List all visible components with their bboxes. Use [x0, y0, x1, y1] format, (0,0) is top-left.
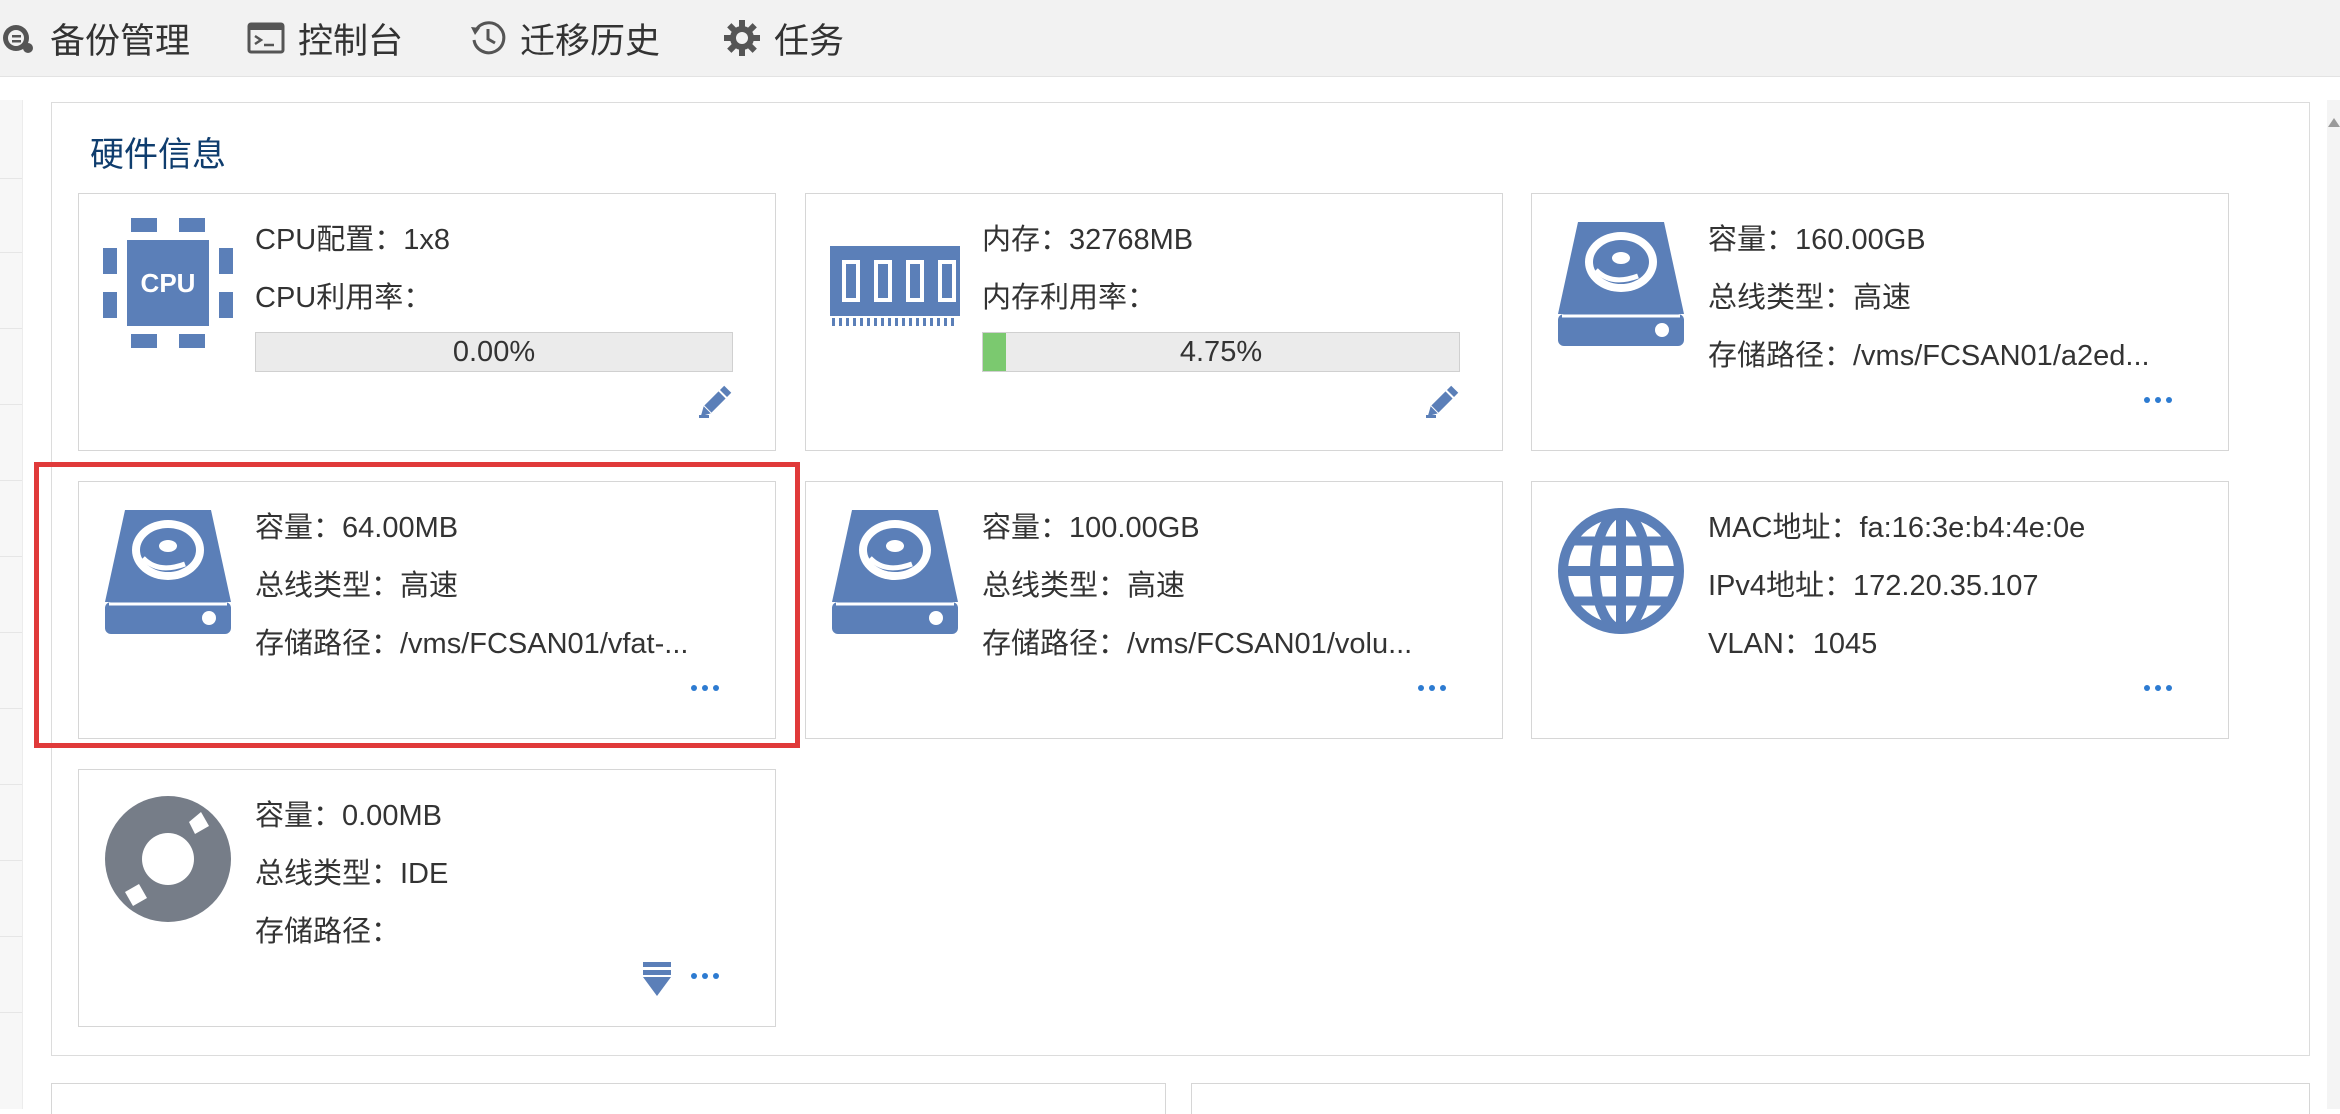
cdrom-card: 容量：0.00MB 总线类型：IDE 存储路径：: [78, 769, 776, 1027]
tab-label: 备份管理: [50, 21, 191, 61]
panel-title: 硬件信息: [90, 136, 226, 174]
nic-mac-address: MAC地址：fa:16:3e:b4:4e:0e: [1708, 512, 2086, 544]
left-sidebar-edge: [0, 100, 23, 1109]
cpu-card: CPU CPU配置：1x8 CPU利用率： 0.00%: [78, 193, 776, 451]
disk-bus-type: 总线类型：高速: [255, 570, 459, 602]
cdrom-storage-path: 存储路径：: [255, 916, 401, 948]
cpu-usage-percent: 0.00%: [452, 336, 536, 368]
memory-usage-label: 内存利用率：: [982, 282, 1157, 314]
edit-pencil-icon[interactable]: [1422, 382, 1462, 422]
memory-size: 内存：32768MB: [982, 224, 1194, 256]
hard-disk-icon: [103, 506, 233, 636]
disk-storage-path: 存储路径：/vms/FCSAN01/vfat-...: [255, 628, 689, 660]
scroll-up-arrow-icon[interactable]: [2328, 118, 2340, 127]
eject-icon[interactable]: [637, 958, 677, 998]
more-options-icon[interactable]: [691, 966, 731, 992]
more-options-icon[interactable]: [2144, 678, 2184, 704]
tab-label: 任务: [774, 21, 845, 61]
top-toolbar: 备份管理 控制台 迁移历史 任务: [0, 0, 2340, 77]
cpu-icon-label: CPU: [141, 268, 196, 298]
nic-vlan: VLAN：1045: [1708, 628, 1878, 660]
bottom-panel-right: [1191, 1083, 2310, 1114]
cpu-config: CPU配置：1x8: [255, 224, 450, 256]
disk-bus-type: 总线类型：高速: [982, 570, 1186, 602]
memory-icon: [830, 218, 960, 348]
cpu-usage-label: CPU利用率：: [255, 282, 433, 314]
memory-usage-percent: 4.75%: [1179, 336, 1263, 368]
disk-storage-path: 存储路径：/vms/FCSAN01/volu...: [982, 628, 1413, 660]
tab-label: 控制台: [298, 21, 404, 61]
vertical-scrollbar[interactable]: [2327, 100, 2340, 1109]
edit-pencil-icon[interactable]: [695, 382, 735, 422]
more-options-icon[interactable]: [691, 678, 731, 704]
disk-card-1: 容量：160.00GB 总线类型：高速 存储路径：/vms/FCSAN01/a2…: [1531, 193, 2229, 451]
memory-card: 内存：32768MB 内存利用率： 4.75%: [805, 193, 1503, 451]
hard-disk-icon: [1556, 218, 1686, 348]
network-card: MAC地址：fa:16:3e:b4:4e:0e IPv4地址：172.20.35…: [1531, 481, 2229, 739]
tab-label: 迁移历史: [520, 21, 661, 61]
globe-icon: [1556, 506, 1686, 636]
disk-capacity: 容量：64.00MB: [255, 512, 459, 544]
cdrom-bus-type: 总线类型：IDE: [255, 858, 449, 890]
hard-disk-icon: [830, 506, 960, 636]
tab-console[interactable]: 控制台: [244, 0, 403, 76]
disk-capacity: 容量：100.00GB: [982, 512, 1200, 544]
cpu-icon: CPU: [103, 218, 233, 348]
console-icon: [244, 16, 288, 60]
disk-card-2: 容量：64.00MB 总线类型：高速 存储路径：/vms/FCSAN01/vfa…: [78, 481, 776, 739]
tab-backup-management[interactable]: 备份管理: [0, 0, 190, 76]
more-options-icon[interactable]: [2144, 390, 2184, 416]
nic-ipv4-address: IPv4地址：172.20.35.107: [1708, 570, 2039, 602]
cdrom-capacity: 容量：0.00MB: [255, 800, 442, 832]
history-icon: [466, 16, 510, 60]
tab-migration-history[interactable]: 迁移历史: [466, 0, 660, 76]
cpu-usage-bar: 0.00%: [255, 332, 733, 372]
memory-usage-bar: 4.75%: [982, 332, 1460, 372]
disk-card-3: 容量：100.00GB 总线类型：高速 存储路径：/vms/FCSAN01/vo…: [805, 481, 1503, 739]
bottom-panel-left: [51, 1083, 1166, 1114]
backup-icon: [0, 16, 40, 60]
gear-icon: [720, 16, 764, 60]
more-options-icon[interactable]: [1418, 678, 1458, 704]
disk-storage-path: 存储路径：/vms/FCSAN01/a2ed...: [1708, 340, 2150, 372]
disk-capacity: 容量：160.00GB: [1708, 224, 1926, 256]
disk-bus-type: 总线类型：高速: [1708, 282, 1912, 314]
tab-tasks[interactable]: 任务: [720, 0, 844, 76]
cd-disc-icon: [103, 794, 233, 924]
